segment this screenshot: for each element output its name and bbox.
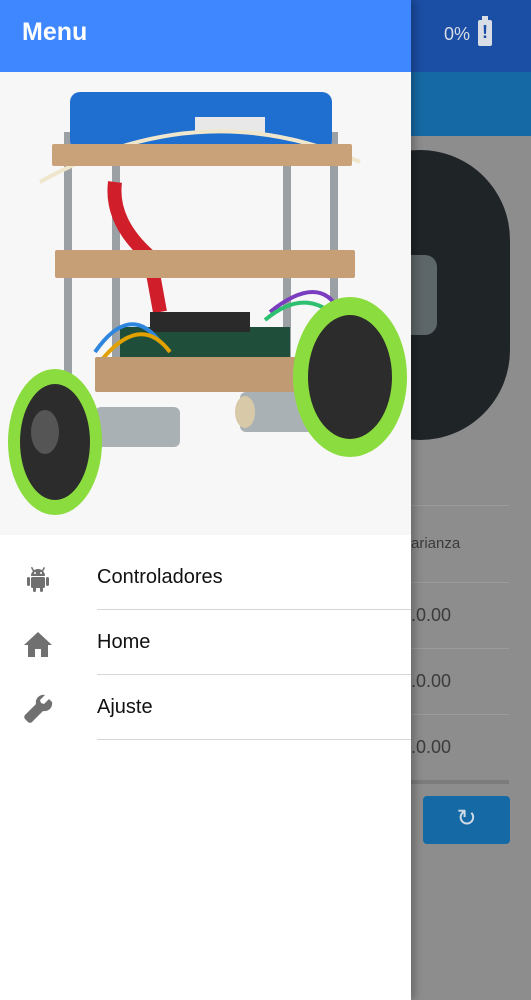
- table-value: .0.00: [411, 605, 452, 625]
- refresh-button[interactable]: ↻: [423, 796, 510, 844]
- menu-item-label: Ajuste: [97, 696, 153, 718]
- drawer-title: Menu: [22, 18, 88, 46]
- table-value: .0.00: [411, 671, 452, 691]
- table-divider: [411, 505, 509, 506]
- table-divider: [411, 582, 509, 583]
- drawer-menu: Controladores Home Ajuste: [0, 545, 411, 740]
- drawer-header: Menu: [0, 0, 411, 72]
- menu-item-ajuste[interactable]: Ajuste: [0, 675, 411, 740]
- divider: [97, 739, 411, 740]
- table-value: .0.00: [411, 737, 452, 757]
- table-shadow: [411, 780, 509, 784]
- table-header: arianza: [411, 535, 461, 552]
- home-icon: [22, 628, 54, 660]
- menu-item-home[interactable]: Home: [0, 610, 411, 675]
- android-icon: [22, 563, 54, 595]
- refresh-icon: ↻: [456, 805, 477, 832]
- table-divider: [411, 648, 509, 649]
- table-divider: [411, 714, 509, 715]
- navigation-drawer[interactable]: Menu Controladores Home Ajuste: [0, 0, 411, 1000]
- battery-percentage: 0%: [444, 24, 471, 44]
- menu-item-label: Controladores: [97, 566, 223, 588]
- menu-item-controladores[interactable]: Controladores: [0, 545, 411, 610]
- wrench-icon: [22, 693, 54, 725]
- battery-icon: !: [478, 16, 492, 46]
- menu-item-label: Home: [97, 631, 151, 653]
- robot-image: [0, 72, 411, 535]
